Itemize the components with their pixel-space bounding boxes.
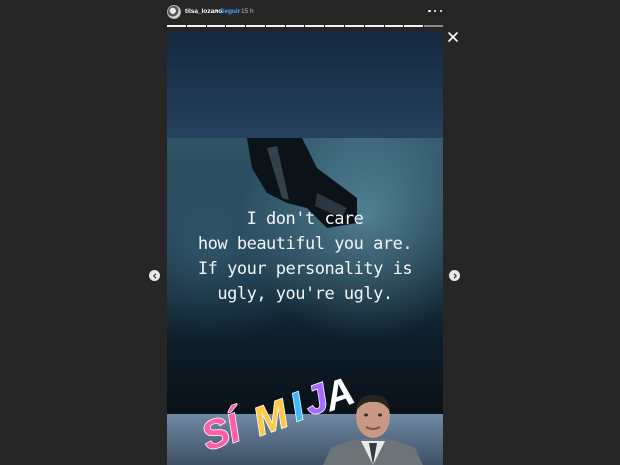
next-story-button[interactable] — [449, 270, 460, 281]
quote-line: how beautiful you are. — [197, 234, 413, 254]
close-icon[interactable] — [447, 31, 459, 43]
chevron-left-icon — [152, 272, 156, 279]
story-progress-bar — [167, 25, 443, 27]
progress-segment — [404, 25, 424, 27]
story-header: tilsa_lozano • Seguir 15 h — [167, 4, 443, 22]
progress-segment — [206, 25, 226, 27]
progress-segment — [364, 25, 384, 27]
progress-segment — [325, 25, 345, 27]
chevron-right-icon — [453, 272, 457, 279]
text-sticker: S Í M I J A — [199, 376, 359, 456]
follow-button[interactable]: Seguir — [220, 8, 240, 15]
separator-dot: • — [216, 8, 219, 15]
progress-segment — [186, 25, 206, 27]
more-options-icon[interactable] — [428, 5, 442, 17]
progress-segment — [226, 25, 246, 27]
quote-text: I don't care how beautiful you are. If y… — [167, 207, 443, 307]
progress-segment — [345, 25, 364, 27]
progress-segment — [424, 25, 443, 27]
quote-line: I don't care — [246, 209, 364, 229]
quote-line: If your personality is — [197, 259, 413, 279]
previous-story-button[interactable] — [149, 270, 160, 281]
progress-segment — [265, 25, 285, 27]
quote-line: ugly, you're ugly. — [217, 284, 393, 304]
timestamp: 15 h — [241, 8, 254, 15]
story-content[interactable]: I don't care how beautiful you are. If y… — [167, 31, 443, 465]
avatar[interactable] — [167, 5, 181, 19]
progress-segment — [246, 25, 265, 27]
progress-segment — [305, 25, 325, 27]
progress-segment — [384, 25, 404, 27]
progress-segment — [285, 25, 305, 27]
story-background — [167, 31, 443, 138]
progress-segment — [167, 25, 186, 27]
